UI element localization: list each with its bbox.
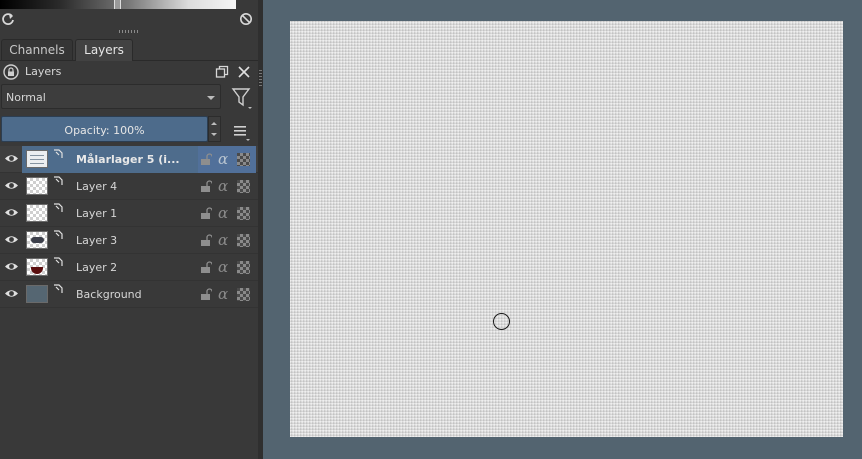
layer-thumbnail: [26, 204, 48, 222]
layer-row[interactable]: Målarlager 5 (i... α: [0, 146, 258, 173]
document-canvas[interactable]: [290, 21, 843, 437]
tab-layers[interactable]: Layers: [75, 39, 133, 61]
docker-tabs: Channels Layers: [0, 38, 258, 61]
layer-thumbnail: [26, 258, 48, 276]
funnel-icon[interactable]: [230, 86, 254, 112]
layer-thumbnail: [26, 177, 48, 195]
alpha-lock-icon[interactable]: α: [218, 150, 228, 168]
layer-row[interactable]: Layer 2 α: [0, 254, 258, 281]
alpha-lock-icon[interactable]: α: [218, 204, 228, 222]
spin-up-arrow-icon[interactable]: [211, 122, 217, 125]
inherit-alpha-icon[interactable]: [237, 180, 250, 193]
paint-layer-icon: [54, 149, 63, 158]
lock-open-icon[interactable]: [200, 180, 212, 193]
layer-name[interactable]: Layer 4: [76, 180, 117, 193]
inherit-alpha-icon[interactable]: [237, 288, 250, 301]
float-window-icon[interactable]: [215, 65, 229, 79]
layer-row[interactable]: Layer 3 α: [0, 227, 258, 254]
spin-down-arrow-icon[interactable]: [211, 133, 217, 136]
lock-open-icon[interactable]: [200, 288, 212, 301]
alpha-lock-icon[interactable]: α: [218, 231, 228, 249]
layer-name[interactable]: Layer 2: [76, 261, 117, 274]
alpha-lock-icon[interactable]: α: [218, 258, 228, 276]
inherit-alpha-icon[interactable]: [237, 261, 250, 274]
docker-title: Layers: [25, 65, 62, 78]
hamburger-menu-icon[interactable]: [231, 121, 253, 143]
opacity-label: Opacity: 100%: [64, 124, 145, 137]
refresh-icon[interactable]: [1, 12, 15, 26]
lock-open-icon[interactable]: [200, 261, 212, 274]
eye-icon[interactable]: [4, 288, 19, 299]
eye-icon[interactable]: [4, 153, 19, 164]
canvas-viewport[interactable]: [263, 0, 862, 459]
lock-open-icon[interactable]: [200, 234, 212, 247]
alpha-lock-icon[interactable]: α: [218, 177, 228, 195]
inherit-alpha-icon[interactable]: [237, 234, 250, 247]
paint-layer-icon: [54, 203, 63, 212]
layer-name[interactable]: Background: [76, 288, 142, 301]
layer-thumbnail: [26, 231, 48, 249]
layers-docker-titlebar: Layers: [0, 62, 258, 82]
layer-name[interactable]: Målarlager 5 (i...: [76, 153, 180, 166]
brush-outline-cursor: [493, 313, 510, 330]
paint-layer-icon: [54, 284, 63, 293]
tab-channels[interactable]: Channels: [1, 39, 73, 60]
layer-name[interactable]: Layer 1: [76, 207, 117, 220]
left-docker-panel: Channels Layers Layers Normal Opacity: 1…: [0, 0, 258, 459]
alpha-lock-icon[interactable]: α: [218, 285, 228, 303]
paint-layer-icon: [54, 176, 63, 185]
inherit-alpha-icon[interactable]: [237, 207, 250, 220]
opacity-spinner[interactable]: [208, 116, 221, 142]
docker-lock-icon[interactable]: [3, 64, 19, 80]
layer-row[interactable]: Layer 4 α: [0, 173, 258, 200]
eye-icon[interactable]: [4, 180, 19, 191]
eye-icon[interactable]: [4, 234, 19, 245]
chevron-down-icon: [207, 96, 215, 100]
layer-row[interactable]: Background α: [0, 281, 258, 308]
layer-thumbnail: [26, 285, 48, 303]
eye-icon[interactable]: [4, 261, 19, 272]
eye-icon[interactable]: [4, 207, 19, 218]
layer-thumbnail: [26, 150, 48, 168]
blend-mode-select[interactable]: Normal: [1, 84, 221, 109]
opacity-slider[interactable]: Opacity: 100%: [1, 116, 208, 142]
layers-list: Målarlager 5 (i... α Layer 4 α Layer 1 α: [0, 146, 258, 308]
splitter-grip[interactable]: [259, 70, 262, 86]
lock-open-icon[interactable]: [200, 207, 212, 220]
lock-open-icon[interactable]: [200, 153, 212, 166]
blend-mode-value: Normal: [6, 91, 46, 104]
gradient-slider-handle[interactable]: [114, 0, 121, 9]
layer-name[interactable]: Layer 3: [76, 234, 117, 247]
inherit-alpha-icon[interactable]: [237, 153, 250, 166]
no-entry-icon[interactable]: [239, 12, 253, 26]
dock-drag-handle[interactable]: [119, 30, 139, 33]
close-icon[interactable]: [237, 65, 251, 79]
paint-layer-icon: [54, 257, 63, 266]
paint-layer-icon: [54, 230, 63, 239]
layer-row[interactable]: Layer 1 α: [0, 200, 258, 227]
